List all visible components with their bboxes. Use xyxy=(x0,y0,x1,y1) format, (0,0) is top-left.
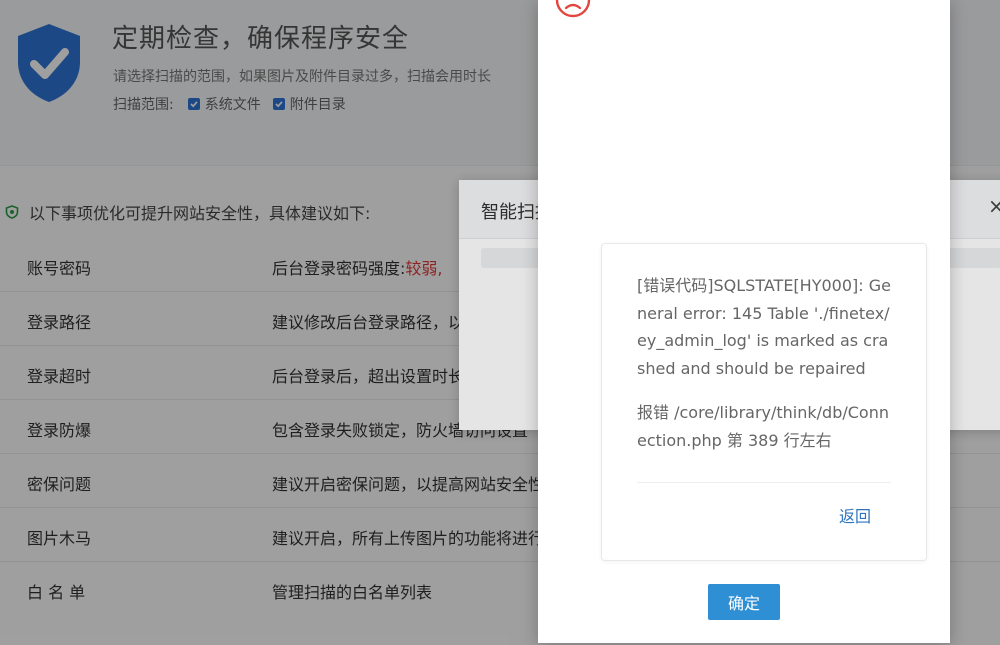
error-message: [错误代码]SQLSTATE[HY000]: General error: 14… xyxy=(637,276,891,378)
error-modal: [错误代码]SQLSTATE[HY000]: General error: 14… xyxy=(538,0,950,643)
divider xyxy=(637,482,891,483)
sad-face-icon xyxy=(555,0,591,18)
error-location: 报错 /core/library/think/db/Connection.php… xyxy=(637,403,889,450)
confirm-button[interactable]: 确定 xyxy=(708,584,780,620)
back-link[interactable]: 返回 xyxy=(839,503,871,527)
error-card: [错误代码]SQLSTATE[HY000]: General error: 14… xyxy=(601,243,927,561)
